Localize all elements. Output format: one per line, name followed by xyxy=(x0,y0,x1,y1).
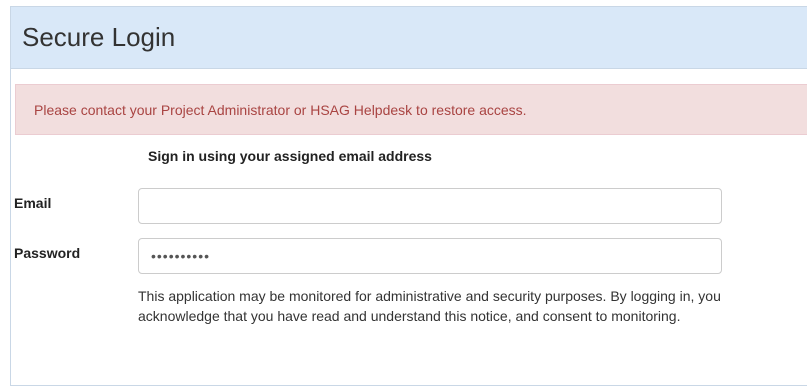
panel-heading: Secure Login xyxy=(11,7,807,69)
password-field[interactable] xyxy=(138,238,722,274)
sign-in-instruction: Sign in using your assigned email addres… xyxy=(148,148,432,164)
page-title: Secure Login xyxy=(22,22,176,52)
error-alert: Please contact your Project Administrato… xyxy=(15,84,807,135)
email-field[interactable] xyxy=(138,188,722,224)
password-label: Password xyxy=(14,245,81,261)
email-label: Email xyxy=(14,195,52,211)
monitoring-notice: This application may be monitored for ad… xyxy=(138,288,721,324)
alert-message: Please contact your Project Administrato… xyxy=(34,101,527,118)
